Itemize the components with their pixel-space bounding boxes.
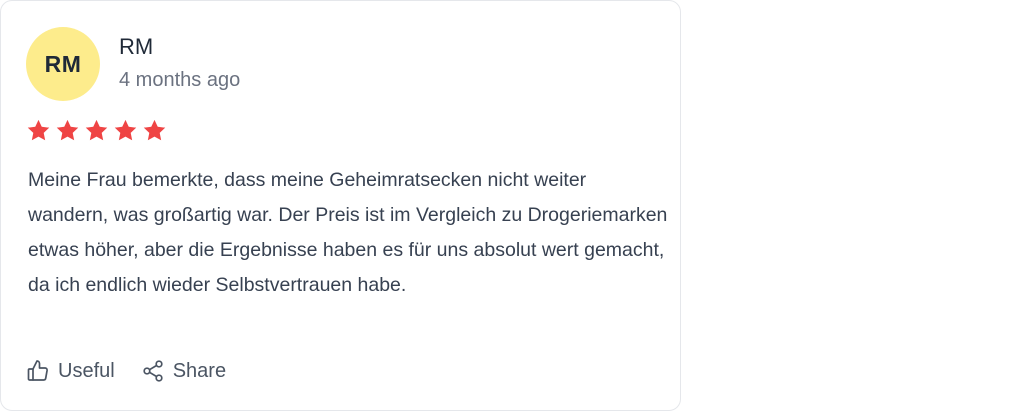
review-actions: Useful Share — [26, 359, 226, 383]
author-name: RM — [119, 34, 154, 59]
review-text: Meine Frau bemerkte, dass meine Geheimra… — [28, 169, 668, 296]
useful-label: Useful — [58, 359, 115, 382]
star-icon — [143, 119, 166, 141]
avatar: RM — [26, 27, 100, 101]
share-label: Share — [172, 359, 227, 382]
useful-button[interactable]: Useful — [26, 359, 115, 383]
share-button[interactable]: Share — [141, 359, 226, 383]
thumbs-up-icon — [26, 359, 50, 383]
review-card: RM RM 4 months ago Meine Frau bemerkte, … — [0, 0, 681, 411]
avatar-initials: RM — [44, 50, 82, 77]
star-icon — [114, 119, 137, 141]
star-rating — [26, 118, 167, 143]
star-icon — [27, 119, 50, 141]
share-icon — [141, 359, 165, 383]
review-date: 4 months ago — [119, 69, 241, 91]
star-icon — [85, 119, 108, 141]
star-icon — [56, 119, 79, 141]
